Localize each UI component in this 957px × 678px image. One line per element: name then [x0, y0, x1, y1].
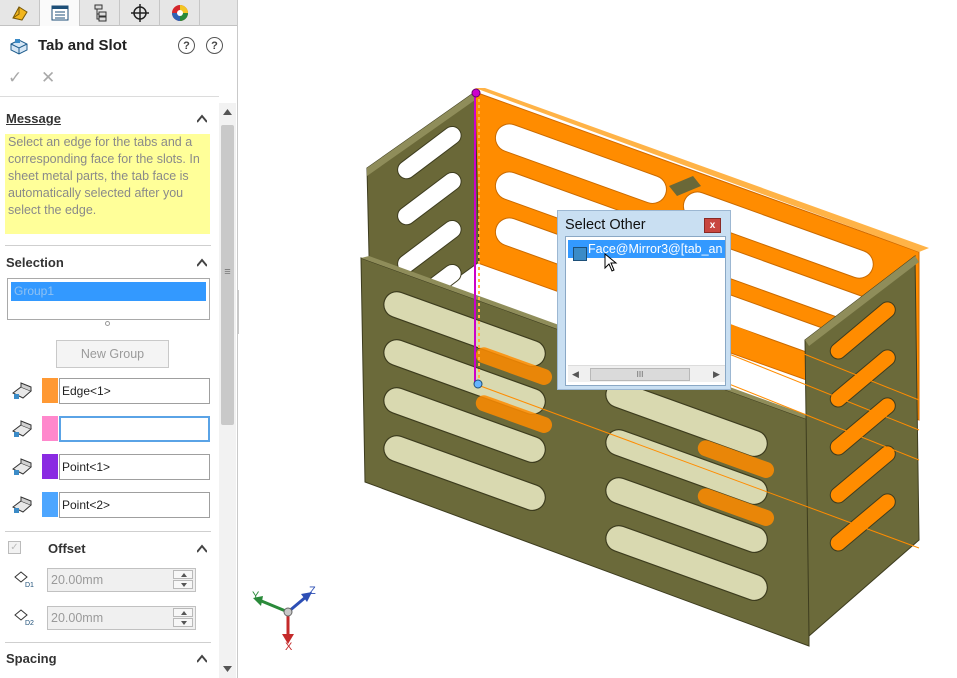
distance-d1-icon: D1	[14, 571, 34, 589]
divider	[5, 531, 211, 532]
tab-and-slot-icon	[10, 39, 28, 55]
d1-increment[interactable]	[173, 570, 193, 579]
group-list[interactable]: Group1	[7, 278, 210, 320]
collapse-selection-icon[interactable]	[197, 258, 207, 268]
triad-y-label: Y	[252, 590, 260, 602]
spacing-heading: Spacing	[6, 651, 57, 666]
reference-triad	[253, 592, 312, 644]
new-group-button[interactable]: New Group	[56, 340, 169, 368]
scroll-grip-icon: ≡	[224, 266, 231, 278]
selection-heading: Selection	[6, 255, 64, 270]
divider	[5, 245, 211, 246]
start-point-marker[interactable]	[471, 88, 481, 98]
candidate-list[interactable]: Face@Mirror3@[tab_an ◀ III ▶	[565, 236, 726, 386]
offset-d1-input[interactable]: 20.00mm	[47, 568, 196, 592]
start-point-color-swatch	[42, 454, 58, 479]
group-list-item[interactable]: Group1	[11, 282, 206, 301]
property-manager-icon	[51, 5, 68, 21]
select-other-dialog: Select Other x Face@Mirror3@[tab_an ◀ II…	[557, 210, 731, 390]
property-manager-panel: Tab and Slot ? ? ✓ ✕ ≡ Message Select an…	[0, 0, 238, 678]
offset-d2-value: 20.00mm	[51, 611, 104, 625]
tab-display-manager[interactable]	[160, 0, 200, 26]
scroll-up-icon[interactable]	[223, 109, 232, 115]
divider	[5, 642, 211, 643]
scroll-thumb-grip: III	[636, 370, 644, 379]
tab-property-manager[interactable]	[40, 0, 80, 26]
dimxpert-manager-icon	[130, 4, 149, 22]
spin-up-icon	[181, 611, 187, 615]
edge-select-icon	[12, 382, 32, 399]
tab-configuration-manager[interactable]	[80, 0, 120, 26]
close-button[interactable]: x	[704, 218, 721, 233]
close-icon: x	[709, 220, 716, 231]
spin-up-icon	[181, 573, 187, 577]
svg-text:D2: D2	[25, 620, 34, 627]
face-icon	[573, 247, 587, 261]
feature-manager-icon	[11, 6, 28, 21]
spin-down-icon	[181, 621, 187, 625]
offset-heading: Offset	[48, 541, 86, 556]
start-point-icon	[12, 458, 32, 475]
resize-handle[interactable]	[105, 321, 110, 326]
start-point-field[interactable]: Point<1>	[59, 454, 210, 480]
edge-color-swatch	[42, 378, 58, 403]
offset-d2-input[interactable]: 20.00mm	[47, 606, 196, 630]
svg-text:D1: D1	[25, 582, 34, 589]
property-manager-header: Tab and Slot ? ?	[0, 30, 237, 60]
manager-tabs	[0, 0, 237, 26]
collapse-offset-icon[interactable]	[197, 544, 207, 554]
display-manager-icon	[171, 5, 188, 21]
mouse-cursor-icon	[604, 253, 618, 272]
help-icon[interactable]: ?	[178, 37, 195, 54]
scroll-right-icon[interactable]: ▶	[713, 369, 720, 380]
face-selection-field[interactable]	[59, 416, 210, 442]
end-point-field[interactable]: Point<2>	[59, 492, 210, 518]
page-title: Tab and Slot	[38, 37, 127, 54]
ok-cancel-bar: ✓ ✕	[0, 66, 237, 90]
scroll-thumb[interactable]: III	[590, 368, 690, 381]
face-select-icon	[12, 420, 32, 437]
help-circle-icon[interactable]: ?	[206, 37, 223, 54]
tab-dimxpert-manager[interactable]	[120, 0, 160, 26]
divider	[0, 96, 219, 97]
triad-x-label: X	[285, 641, 293, 653]
spin-down-icon	[181, 583, 187, 587]
end-point-color-swatch	[42, 492, 58, 517]
d2-increment[interactable]	[173, 608, 193, 617]
ok-button[interactable]: ✓	[8, 68, 22, 88]
cancel-button[interactable]: ✕	[41, 68, 55, 88]
end-point-marker[interactable]	[473, 379, 483, 389]
collapse-spacing-icon[interactable]	[197, 654, 207, 664]
edge-selection-field[interactable]: Edge<1>	[59, 378, 210, 404]
offset-d1-value: 20.00mm	[51, 573, 104, 587]
list-item[interactable]: Face@Mirror3@[tab_an	[568, 240, 725, 258]
scroll-left-icon[interactable]: ◀	[572, 369, 579, 380]
app-window: Tab and Slot ? ? ✓ ✕ ≡ Message Select an…	[0, 0, 957, 678]
horizontal-scrollbar[interactable]: ◀ III ▶	[568, 365, 725, 382]
configuration-manager-icon	[94, 4, 106, 22]
d1-decrement[interactable]	[173, 580, 193, 589]
collapse-message-icon[interactable]	[197, 114, 207, 124]
message-heading: Message	[6, 111, 61, 126]
scroll-down-icon[interactable]	[223, 666, 232, 672]
end-point-icon	[12, 496, 32, 513]
face-color-swatch	[42, 416, 58, 441]
tab-feature-manager[interactable]	[0, 0, 40, 26]
panel-scrollbar[interactable]	[219, 103, 236, 678]
triad-z-label: Z	[309, 585, 316, 597]
dialog-title: Select Other	[565, 217, 646, 233]
d2-decrement[interactable]	[173, 618, 193, 627]
distance-d2-icon: D2	[14, 609, 34, 627]
offset-checkbox[interactable]: ✓	[8, 541, 21, 554]
message-box: Select an edge for the tabs and a corres…	[5, 134, 210, 234]
